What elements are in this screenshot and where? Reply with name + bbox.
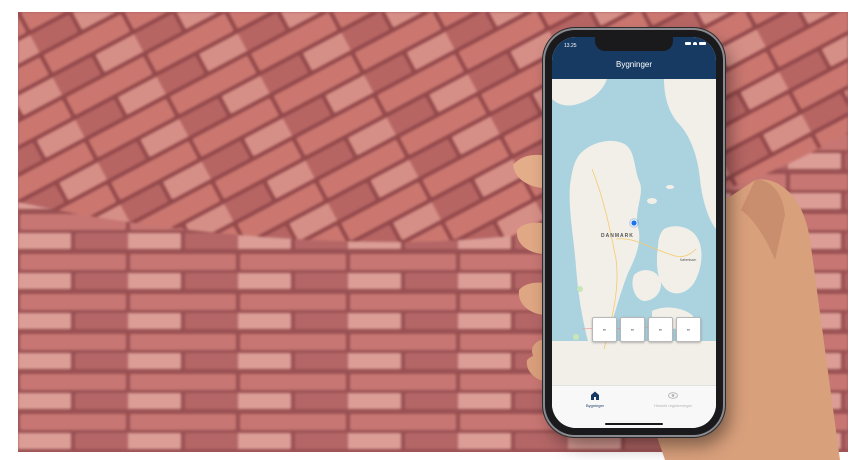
phone-screen: 13.25 Bygninger DANMARK København ▪▪ ▪▪ …: [552, 37, 716, 428]
land-germany: [552, 341, 716, 385]
map-control-button[interactable]: ▪▪: [592, 317, 617, 342]
island-samso: [647, 198, 657, 204]
map-control-button[interactable]: ▪▪: [676, 317, 701, 342]
park-area: [577, 286, 583, 292]
nav-title: Bygninger: [615, 60, 653, 69]
map-label-country: DANMARK: [601, 233, 634, 239]
status-time: 13.25: [564, 43, 577, 49]
navigation-bar: Bygninger: [552, 53, 716, 79]
home-indicator: [605, 423, 663, 425]
map-control-button[interactable]: ▪▪: [648, 317, 673, 342]
tab-bygninger[interactable]: Bygninger: [560, 391, 630, 408]
tab-label: Historik registreringer: [653, 403, 692, 408]
tab-bar: Bygninger Historik registreringer: [552, 385, 716, 428]
signal-icon: [685, 42, 691, 45]
wifi-icon: [693, 42, 697, 45]
map-label-city: København: [680, 258, 697, 262]
island-anholt: [666, 185, 674, 189]
phone-notch: [595, 37, 673, 51]
map-control-button[interactable]: ▪▪: [620, 317, 645, 342]
park-area: [573, 334, 579, 340]
battery-icon: [699, 42, 706, 45]
building-icon: [591, 391, 599, 400]
status-icons: [685, 42, 706, 45]
map-controls: ▪▪ ▪▪ ▪▪ ▪▪: [592, 317, 701, 342]
location-dot[interactable]: [630, 219, 638, 227]
tab-label: Bygninger: [585, 403, 604, 408]
eye-icon: [668, 392, 678, 399]
smartphone: 13.25 Bygninger DANMARK København ▪▪ ▪▪ …: [545, 30, 723, 435]
tab-historik[interactable]: Historik registreringer: [638, 391, 708, 408]
